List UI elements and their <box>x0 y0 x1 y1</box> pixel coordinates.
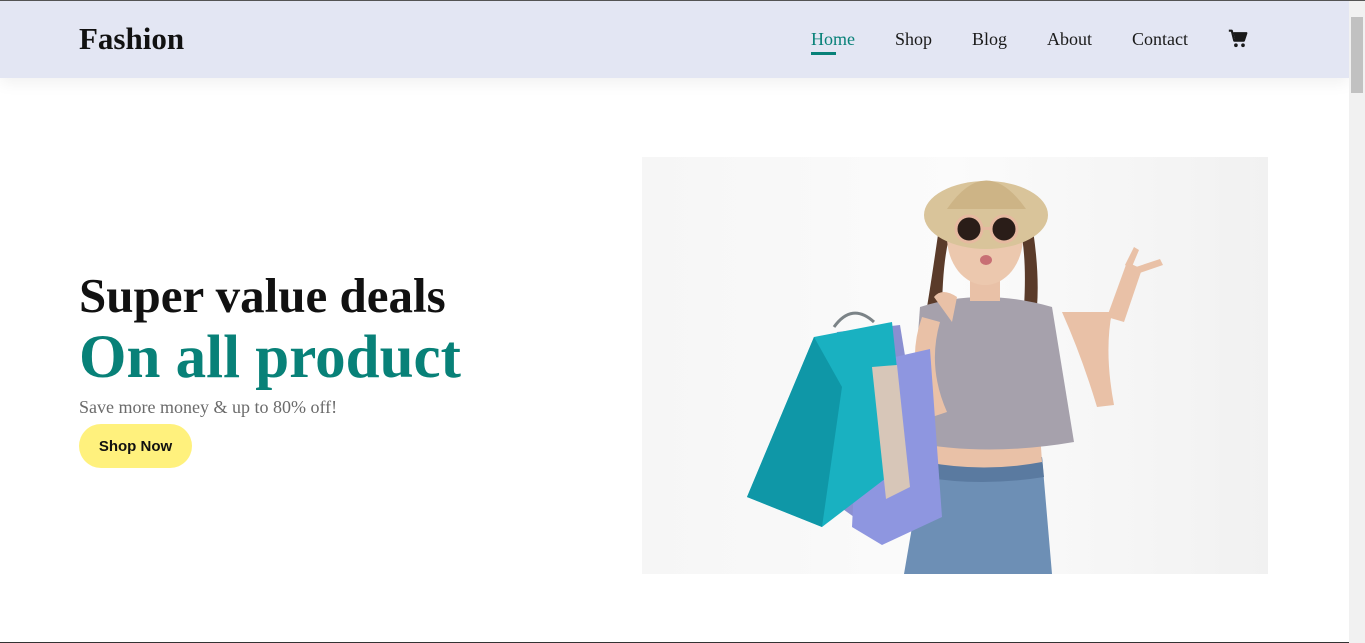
nav-link-contact[interactable]: Contact <box>1132 29 1188 50</box>
shopping-cart-icon[interactable] <box>1228 29 1248 49</box>
hero-subtitle: Save more money & up to 80% off! <box>79 397 338 417</box>
hero-image <box>642 157 1268 574</box>
shopper-illustration <box>747 180 1163 574</box>
nav-link-about[interactable]: About <box>1047 29 1092 50</box>
vertical-scrollbar[interactable] <box>1349 1 1365 643</box>
nav-link-blog[interactable]: Blog <box>972 29 1007 50</box>
scrollbar-thumb[interactable] <box>1351 17 1363 93</box>
navbar: Fashion Home Shop Blog About Contact <box>0 1 1349 78</box>
nav-link-home[interactable]: Home <box>811 29 855 55</box>
nav-link-label: Home <box>811 29 855 49</box>
shop-now-button[interactable]: Shop Now <box>79 424 192 468</box>
nav-link-shop[interactable]: Shop <box>895 29 932 50</box>
hero-highlight: On all product <box>79 324 461 391</box>
nav-links: Home Shop Blog About Contact <box>0 29 1349 59</box>
active-underline <box>811 52 836 55</box>
hero-title: Super value deals <box>79 268 446 323</box>
